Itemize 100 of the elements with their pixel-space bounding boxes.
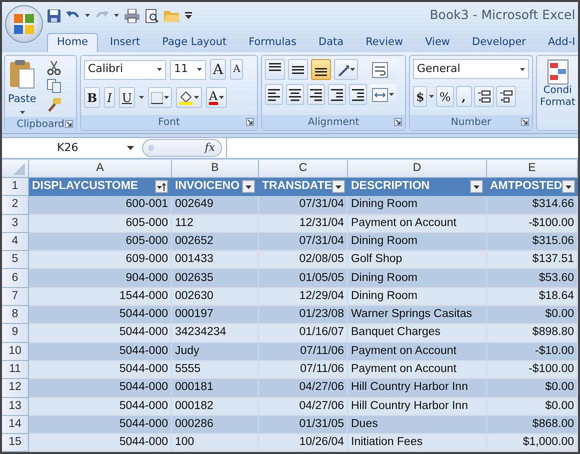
shrink-font-button[interactable]: A — [230, 59, 244, 80]
table-cell: 002635 — [172, 269, 259, 288]
table-cell: 1544-000 — [29, 288, 172, 306]
table-cell: 01/31/05 — [259, 416, 348, 434]
caret-icon[interactable] — [139, 96, 144, 99]
font-color-button[interactable]: A — [206, 87, 227, 108]
copy-icon[interactable] — [47, 79, 62, 94]
table-cell: 112 — [172, 214, 259, 233]
align-button[interactable] — [288, 59, 308, 80]
ribbon-tab[interactable]: Formulas — [238, 33, 307, 52]
header-cell-text: DISPLAYCUSTOME — [32, 179, 138, 194]
align-button[interactable] — [265, 84, 283, 105]
filter-button[interactable] — [562, 180, 576, 194]
row-header[interactable]: 2 — [2, 196, 29, 215]
column-header[interactable]: A — [29, 160, 172, 178]
table-cell: $0.00 — [487, 306, 578, 324]
caret-icon[interactable] — [127, 146, 134, 150]
align-button[interactable] — [265, 59, 285, 80]
table-cell: 01/16/07 — [259, 324, 348, 343]
dialog-launcher-icon[interactable] — [246, 118, 254, 126]
ribbon-tab[interactable]: Page Layout — [152, 33, 237, 52]
row-header[interactable]: 8 — [2, 306, 29, 324]
group-label: Clipboard — [16, 118, 64, 132]
column-header[interactable]: E — [487, 160, 578, 178]
row-header[interactable]: 7 — [2, 288, 29, 306]
row-header[interactable]: 5 — [2, 251, 29, 270]
underline-button[interactable]: U — [118, 87, 136, 108]
filter-button[interactable] — [332, 180, 346, 194]
decrease-decimal-button[interactable] — [496, 86, 516, 107]
name-box[interactable]: K26 — [2, 140, 142, 156]
row-header[interactable]: 13 — [2, 398, 29, 416]
row-header[interactable]: 11 — [2, 360, 29, 380]
row-header[interactable]: 1 — [2, 178, 29, 196]
comma-button[interactable]: , — [456, 86, 472, 107]
italic-button[interactable]: I — [104, 87, 115, 108]
table-cell: 5044-000 — [29, 306, 172, 324]
ribbon-tab[interactable]: View — [415, 33, 460, 52]
customize-caret-icon[interactable] — [185, 12, 192, 19]
row-header[interactable]: 6 — [2, 269, 29, 288]
column-header[interactable]: D — [348, 160, 487, 178]
wrap-text-button[interactable] — [370, 59, 396, 80]
row-header[interactable]: 4 — [2, 232, 29, 252]
row-header[interactable]: 10 — [2, 342, 29, 361]
dialog-launcher-icon[interactable] — [65, 120, 73, 128]
dialog-launcher-icon[interactable] — [394, 118, 402, 126]
row-header[interactable]: 3 — [2, 214, 29, 233]
filter-button[interactable] — [155, 180, 168, 194]
caret-icon[interactable] — [429, 95, 434, 98]
paste-button[interactable]: Paste — [8, 59, 36, 114]
caret-icon[interactable] — [114, 14, 119, 17]
dialog-launcher-icon[interactable] — [521, 118, 529, 126]
orientation-button[interactable] — [334, 59, 358, 80]
ribbon-tab[interactable]: Insert — [100, 33, 150, 52]
bold-button[interactable]: B — [84, 87, 100, 108]
font-size-field[interactable]: 11 — [170, 60, 206, 80]
font-name-field[interactable]: Calibri — [84, 60, 166, 80]
filter-button[interactable] — [470, 180, 483, 194]
align-button[interactable] — [311, 59, 331, 80]
currency-button[interactable]: $ — [413, 86, 428, 107]
ribbon-tab[interactable]: Developer — [462, 33, 536, 52]
filter-button[interactable] — [242, 180, 255, 194]
increase-decimal-icon — [476, 90, 491, 103]
fill-color-button[interactable] — [176, 87, 202, 108]
save-icon[interactable] — [47, 8, 61, 22]
column-header[interactable]: C — [259, 160, 348, 178]
office-button[interactable] — [5, 5, 43, 43]
caret-icon[interactable] — [197, 68, 202, 71]
percent-button[interactable]: % — [436, 86, 454, 107]
table-cell: 001433 — [172, 251, 259, 270]
caret-icon[interactable] — [520, 68, 525, 70]
ribbon-tab[interactable]: Review — [356, 33, 414, 52]
caret-icon[interactable] — [85, 14, 90, 17]
insert-function-button[interactable]: fx — [204, 140, 215, 156]
align-button[interactable] — [286, 84, 304, 105]
row-header[interactable]: 12 — [2, 379, 29, 398]
merge-button[interactable] — [370, 84, 396, 105]
borders-button[interactable] — [148, 87, 172, 108]
align-button[interactable] — [349, 84, 367, 105]
align-button[interactable] — [307, 84, 325, 105]
align-button[interactable] — [328, 84, 346, 105]
number-format-field[interactable]: General — [413, 59, 529, 79]
table-cell: 600-001 — [29, 196, 172, 215]
print-preview-icon[interactable] — [145, 8, 159, 22]
column-header[interactable]: B — [172, 160, 259, 178]
grow-font-button[interactable]: A — [210, 59, 226, 80]
row-header[interactable]: 9 — [2, 324, 29, 343]
ribbon-tab[interactable]: Add-I — [538, 33, 578, 52]
printer-icon[interactable] — [124, 8, 140, 22]
scissors-icon[interactable] — [47, 61, 62, 76]
row-header[interactable]: 15 — [2, 434, 29, 452]
header-cell-text: AMTPOSTED — [490, 179, 562, 194]
format-painter-icon[interactable] — [47, 98, 62, 112]
sort-filter-icon — [157, 182, 166, 191]
ribbon-tab[interactable]: Home — [47, 33, 98, 52]
table-cell: 12/31/04 — [259, 214, 348, 233]
ribbon-tab[interactable]: Data — [308, 33, 354, 52]
group-label: Number — [450, 116, 492, 130]
increase-decimal-button[interactable] — [474, 86, 494, 107]
row-header[interactable]: 14 — [2, 416, 29, 434]
caret-icon[interactable] — [157, 68, 162, 71]
